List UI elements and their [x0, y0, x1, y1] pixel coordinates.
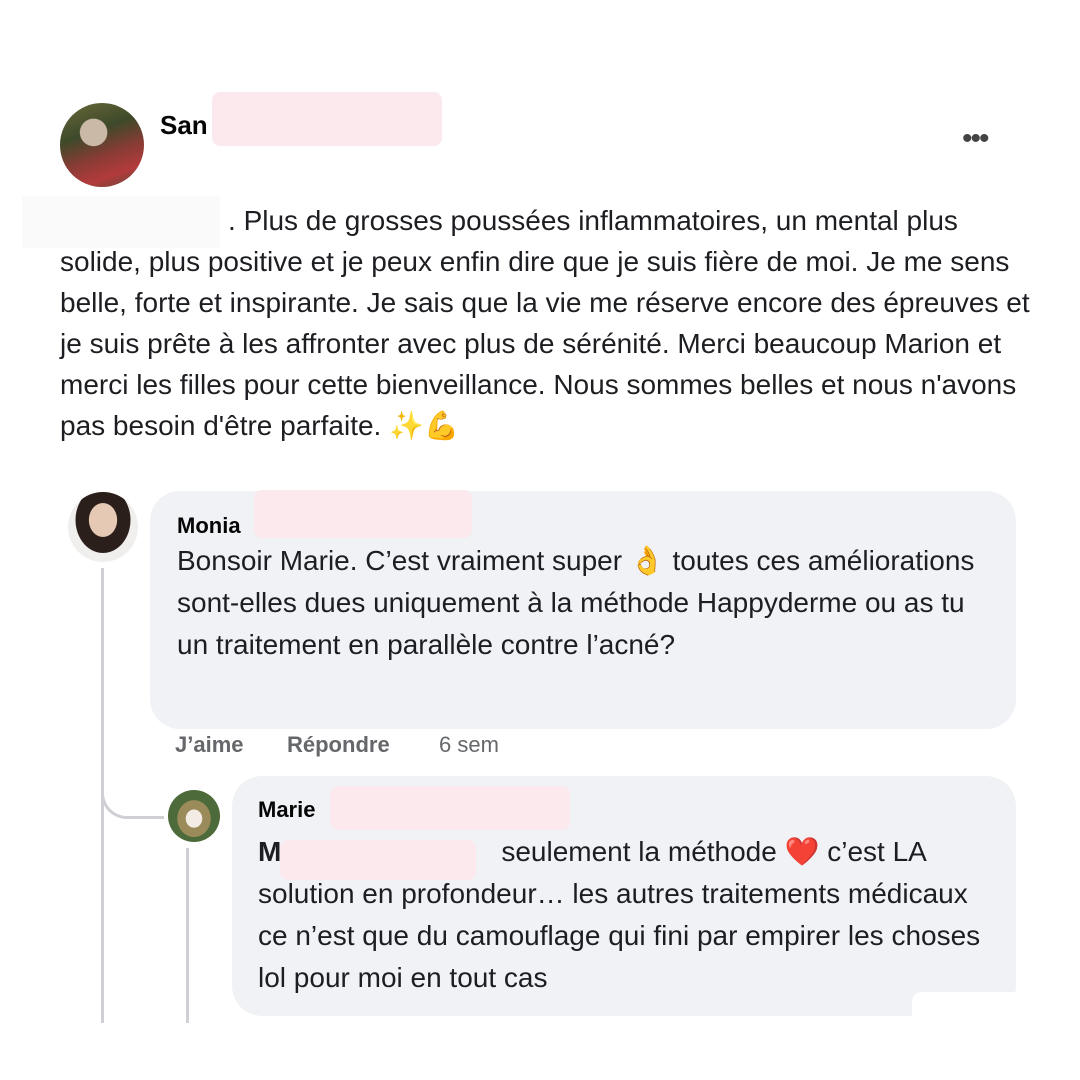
post-body: Plus de grosses poussées inflammatoires,…: [60, 205, 1030, 441]
reply-author-name[interactable]: Marie: [258, 797, 315, 823]
reply-button[interactable]: Répondre: [287, 732, 390, 758]
comment-author-avatar[interactable]: [68, 492, 138, 562]
reply-text-start: M: [258, 836, 282, 867]
post-author-name[interactable]: San: [160, 110, 208, 141]
redacted-author-name: [212, 92, 442, 146]
comment-timestamp[interactable]: 6 sem: [439, 732, 499, 758]
redacted-reply-text: [280, 840, 476, 880]
post-leading-punct: .: [228, 205, 236, 236]
corner-mask: [912, 992, 1052, 1032]
thread-connector: [101, 760, 164, 819]
post-text: . Plus de grosses poussées inflammatoire…: [60, 200, 1040, 446]
like-button[interactable]: J’aime: [175, 732, 244, 758]
reply-author-avatar[interactable]: [168, 790, 220, 842]
redacted-reply-author: [330, 786, 570, 830]
comment-author-name[interactable]: Monia: [177, 513, 241, 539]
comment-text: Bonsoir Marie. C’est vraiment super 👌 to…: [177, 545, 975, 660]
redacted-comment-author: [254, 490, 472, 538]
more-options-icon[interactable]: •••: [962, 124, 989, 154]
post-author-avatar[interactable]: [60, 103, 144, 187]
reply-thread-line: [186, 848, 189, 1023]
